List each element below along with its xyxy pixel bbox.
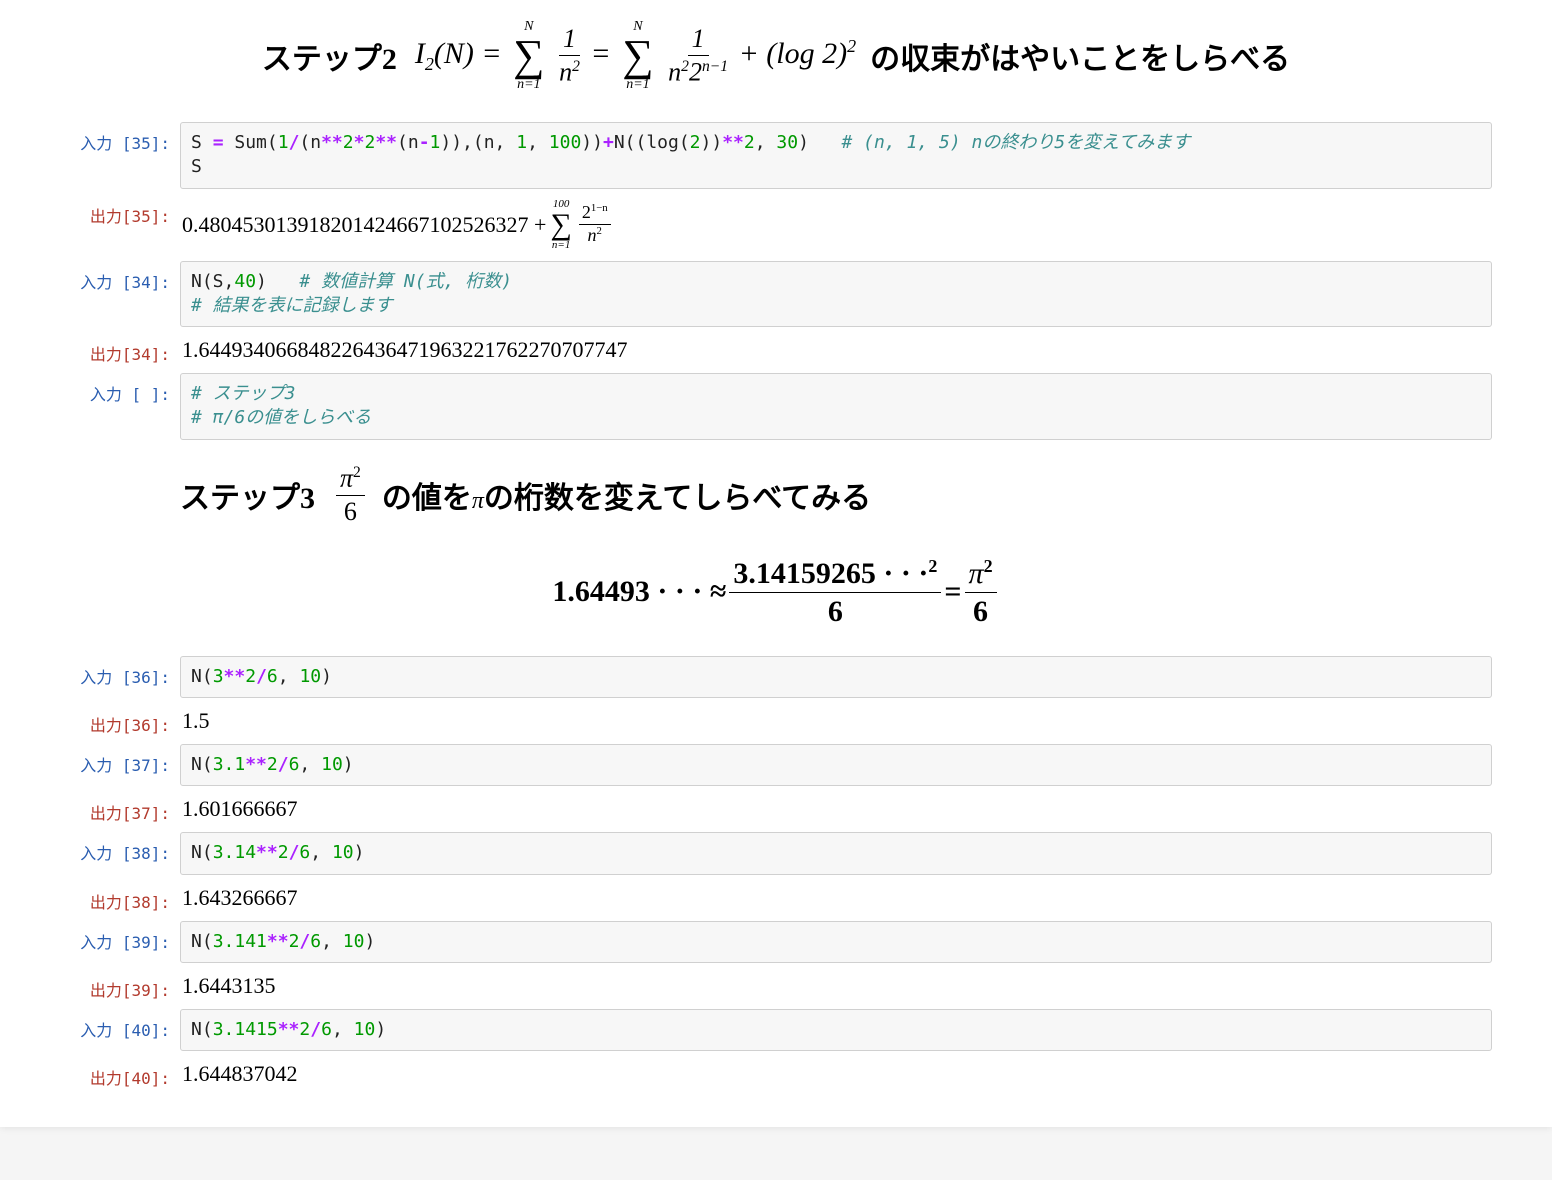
notebook-inner: ステップ2 I2(N) = N ∑ n=1 1 n2 = N ∑ n=1 — [0, 20, 1552, 1091]
cell-in-blank: 入力 [ ]: # ステップ3 # π/6の値をしらべる — [60, 373, 1492, 440]
cell-in-35: 入力 [35]: S = Sum(1/(n**2*2**(n-1)),(n, 1… — [60, 122, 1492, 189]
prompt-in: 入力 [38]: — [60, 832, 180, 864]
cell-in: 入力 [37]:N(3.1**2/6, 10) — [60, 744, 1492, 786]
output-area: 0.480453013918201424667102526327 + 100 ∑… — [180, 195, 1492, 255]
output-area: 1.5 — [180, 704, 1492, 738]
step2-math: I2(N) = N ∑ n=1 1 n2 = N ∑ n=1 — [415, 20, 856, 92]
pairs-container: 入力 [36]:N(3**2/6, 10)出力[36]:1.5入力 [37]:N… — [60, 656, 1492, 1091]
prompt-in: 入力 [40]: — [60, 1009, 180, 1041]
step2-label: ステップ2 — [262, 34, 397, 78]
cell-out: 出力[38]:1.643266667 — [60, 881, 1492, 915]
cell-out: 出力[39]:1.6443135 — [60, 969, 1492, 1003]
output-area: 1.6443135 — [180, 969, 1492, 1003]
cell-in: 入力 [36]:N(3**2/6, 10) — [60, 656, 1492, 698]
cell-out: 出力[40]:1.644837042 — [60, 1057, 1492, 1091]
prompt-out: 出力[39]: — [60, 969, 180, 1001]
prompt-out: 出力[38]: — [60, 881, 180, 913]
prompt-out: 出力[37]: — [60, 792, 180, 824]
code-input[interactable]: N(3.141**2/6, 10) — [180, 921, 1492, 963]
prompt-out: 出力[36]: — [60, 704, 180, 736]
code-input[interactable]: N(3.1**2/6, 10) — [180, 744, 1492, 786]
prompt-in: 入力 [39]: — [60, 921, 180, 953]
sum-icon: N ∑ n=1 — [513, 20, 544, 92]
prompt-in: 入力 [34]: — [60, 261, 180, 293]
output-area: 1.601666667 — [180, 792, 1492, 826]
prompt-in: 入力 [35]: — [60, 122, 180, 154]
output-area: 1.643266667 — [180, 881, 1492, 915]
step3-equation: 1.64493 · · · ≈ 3.14159265 · · ·2 6 = π2… — [60, 557, 1492, 628]
step3-heading: ステップ3 π2 6 の値をπの桁数を変えてしらべてみる — [180, 464, 1492, 527]
sum-icon: 100 ∑ n=1 — [550, 199, 571, 251]
step3-label: ステップ3 — [180, 473, 315, 517]
code-input[interactable]: N(3.1415**2/6, 10) — [180, 1009, 1492, 1051]
prompt-in: 入力 [ ]: — [60, 373, 180, 405]
prompt-out: 出力[34]: — [60, 333, 180, 365]
cell-out-35: 出力[35]: 0.480453013918201424667102526327… — [60, 195, 1492, 255]
step3-block: ステップ3 π2 6 の値をπの桁数を変えてしらべてみる 1.64493 · ·… — [60, 464, 1492, 628]
output-area: 1.644837042 — [180, 1057, 1492, 1091]
code-input[interactable]: N(3**2/6, 10) — [180, 656, 1492, 698]
code-input[interactable]: # ステップ3 # π/6の値をしらべる — [180, 373, 1492, 440]
code-input[interactable]: S = Sum(1/(n**2*2**(n-1)),(n, 1, 100))+N… — [180, 122, 1492, 189]
code-input[interactable]: N(3.14**2/6, 10) — [180, 832, 1492, 874]
cell-in: 入力 [38]:N(3.14**2/6, 10) — [60, 832, 1492, 874]
notebook-page: ステップ2 I2(N) = N ∑ n=1 1 n2 = N ∑ n=1 — [0, 0, 1552, 1127]
output-area: 1.64493406684822643647196322176227070774… — [180, 333, 1492, 367]
prompt-out: 出力[35]: — [60, 195, 180, 227]
cell-in: 入力 [39]:N(3.141**2/6, 10) — [60, 921, 1492, 963]
step2-heading: ステップ2 I2(N) = N ∑ n=1 1 n2 = N ∑ n=1 — [60, 20, 1492, 92]
cell-out: 出力[37]:1.601666667 — [60, 792, 1492, 826]
cell-in-34: 入力 [34]: N(S,40) # 数値計算 N(式, 桁数) # 結果を表に… — [60, 261, 1492, 328]
cell-out-34: 出力[34]: 1.644934066848226436471963221762… — [60, 333, 1492, 367]
cell-in: 入力 [40]:N(3.1415**2/6, 10) — [60, 1009, 1492, 1051]
sum-icon: N ∑ n=1 — [622, 20, 653, 92]
prompt-out: 出力[40]: — [60, 1057, 180, 1089]
cell-out: 出力[36]:1.5 — [60, 704, 1492, 738]
prompt-in: 入力 [36]: — [60, 656, 180, 688]
code-input[interactable]: N(S,40) # 数値計算 N(式, 桁数) # 結果を表に記録します — [180, 261, 1492, 328]
step2-tail: の収束がはやいことをしらべる — [870, 34, 1290, 78]
prompt-in: 入力 [37]: — [60, 744, 180, 776]
